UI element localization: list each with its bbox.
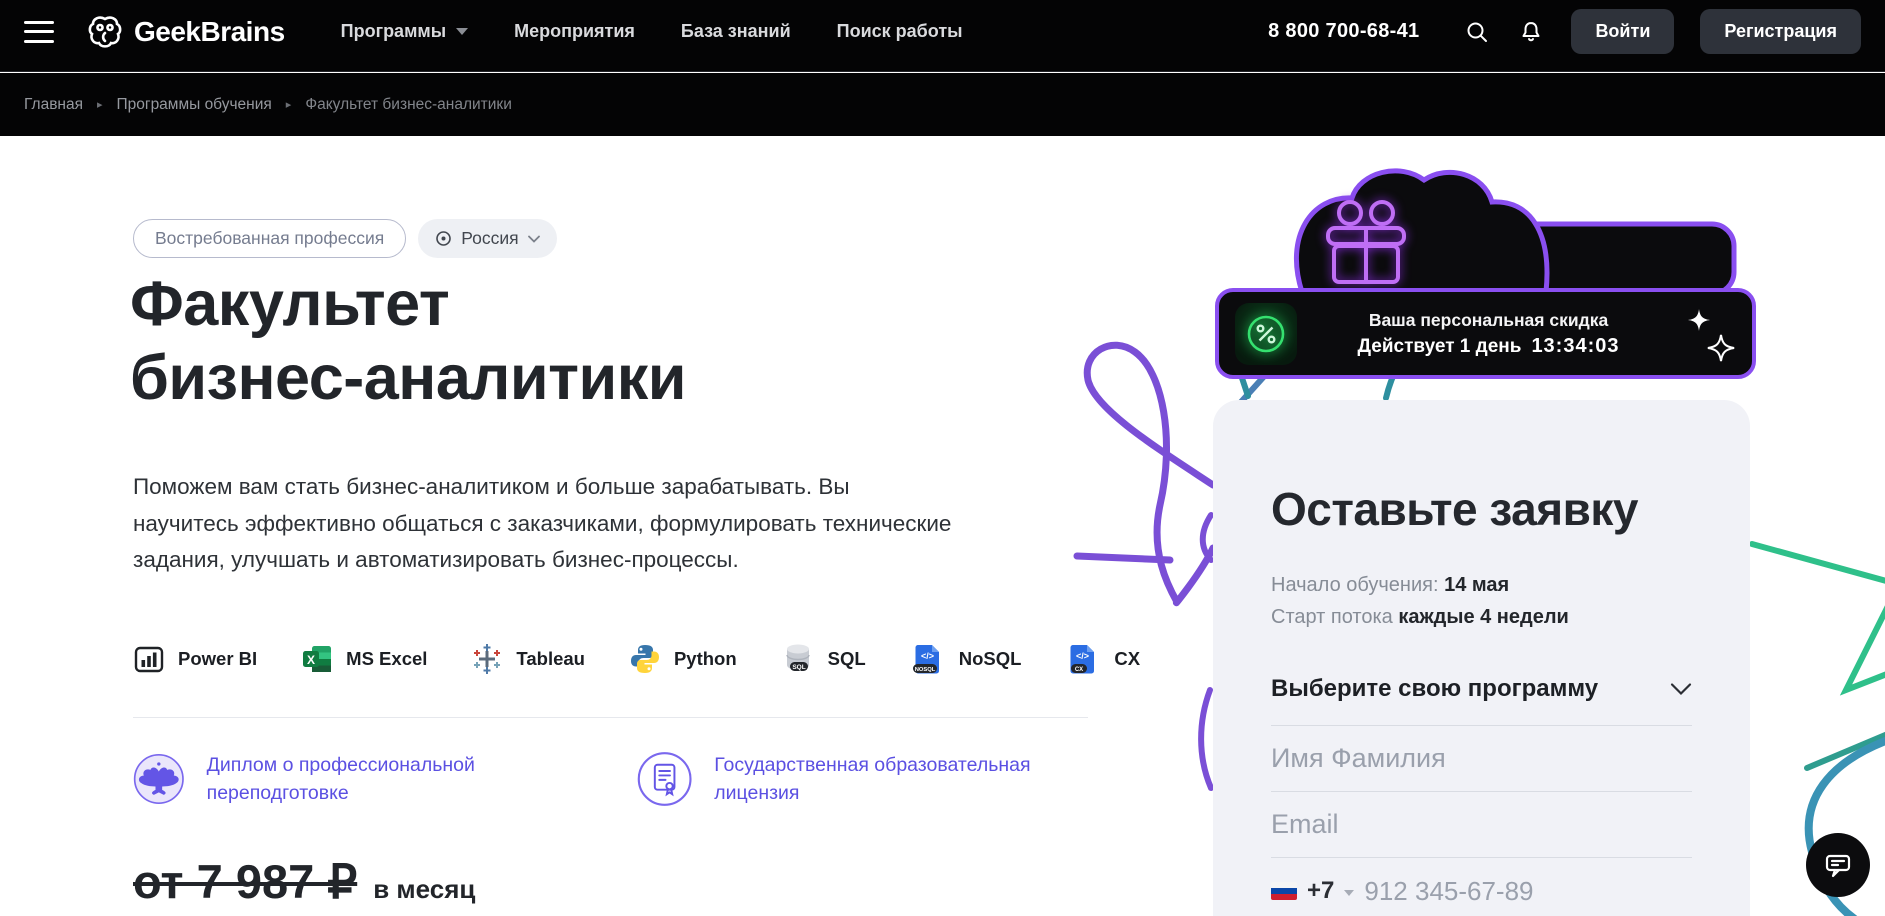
name-input[interactable]	[1271, 743, 1692, 774]
profession-badge: Востребованная профессия	[133, 219, 406, 258]
region-selector[interactable]: Россия	[418, 219, 556, 258]
gift-icon	[1328, 202, 1404, 282]
nav-knowledge-base[interactable]: База знаний	[681, 21, 791, 42]
tool-nosql: </> NOSQL NoSQL	[910, 641, 1022, 677]
search-icon[interactable]	[1463, 18, 1491, 46]
start-date-line: Начало обучения: 14 мая	[1271, 574, 1692, 597]
flow-start-line: Старт потока каждые 4 недели	[1271, 606, 1692, 629]
lead-form: Оставьте заявку Начало обучения: 14 мая …	[1213, 400, 1750, 916]
hamburger-menu-icon[interactable]	[24, 21, 54, 43]
geekbrains-brain-icon	[86, 14, 124, 50]
svg-text:NOSQL: NOSQL	[914, 667, 935, 673]
chevron-down-icon	[456, 28, 468, 35]
email-input[interactable]	[1271, 809, 1692, 840]
cx-file-icon: </> CX	[1065, 641, 1101, 677]
nav-job-search[interactable]: Поиск работы	[837, 21, 963, 42]
discount-percent-icon	[1235, 303, 1297, 365]
hero-description: Поможем вам стать бизнес-аналитиком и бо…	[133, 469, 955, 579]
discount-timer-line: Действует 1 день 13:34:03	[1357, 335, 1619, 358]
notifications-bell-icon[interactable]	[1517, 18, 1545, 46]
svg-text:</>: </>	[921, 651, 934, 661]
chevron-down-icon	[528, 235, 540, 243]
program-select[interactable]: Выберите свою программу	[1271, 675, 1692, 726]
nosql-file-icon: </> NOSQL	[910, 641, 946, 677]
tool-python: Python	[629, 643, 737, 675]
discount-banner[interactable]: Ваша персональная скидка Действует 1 ден…	[1215, 288, 1756, 379]
email-field-row	[1271, 792, 1692, 858]
price-period: в месяц	[373, 874, 475, 905]
name-field-row	[1271, 726, 1692, 792]
feature-diploma[interactable]: Диплом о профессиональной переподготовке	[133, 748, 553, 810]
discount-title: Ваша персональная скидка	[1369, 310, 1608, 331]
breadcrumb-home[interactable]: Главная	[24, 96, 83, 114]
tool-power-bi: Power BI	[133, 643, 257, 675]
logo[interactable]: GeekBrains	[86, 14, 285, 50]
logo-text: GeekBrains	[134, 16, 285, 48]
country-code[interactable]: +7	[1307, 877, 1334, 905]
tools-row: Power BI X MS Excel Tabl	[133, 641, 1140, 677]
svg-text:SQL: SQL	[792, 664, 805, 671]
header: GeekBrains Программы Мероприятия База зн…	[0, 0, 1885, 72]
page-title: Факультет бизнес-аналитики	[130, 268, 686, 415]
form-title: Оставьте заявку	[1271, 484, 1692, 534]
breadcrumb-arrow-icon: ▸	[286, 98, 292, 111]
chevron-down-icon[interactable]	[1344, 890, 1354, 896]
chevron-down-icon	[1670, 682, 1692, 696]
old-price: от 7 987 ₽	[133, 854, 357, 910]
python-icon	[629, 643, 661, 675]
location-pin-icon	[435, 230, 452, 247]
russia-flag-icon[interactable]	[1271, 882, 1297, 900]
tool-ms-excel: X MS Excel	[301, 643, 427, 675]
phone-field-row: +7	[1271, 858, 1692, 916]
tool-cx: </> CX CX	[1065, 641, 1140, 677]
tableau-icon	[471, 643, 503, 675]
license-certificate-icon	[637, 748, 692, 810]
feature-license[interactable]: Государственная образовательная лицензия	[637, 748, 1077, 810]
login-button[interactable]: Войти	[1571, 9, 1674, 54]
breadcrumb-arrow-icon: ▸	[97, 98, 103, 111]
chat-button[interactable]	[1806, 833, 1870, 897]
svg-text:CX: CX	[1075, 667, 1083, 673]
sparkle-outline-icon	[1706, 333, 1736, 363]
phone-input[interactable]	[1364, 876, 1699, 907]
breadcrumb: Главная ▸ Программы обучения ▸ Факультет…	[0, 73, 1885, 136]
main-nav: Программы Мероприятия База знаний Поиск …	[341, 21, 963, 42]
chat-bubble-icon	[1823, 850, 1853, 880]
tool-sql: SQL SQL	[781, 642, 866, 676]
breadcrumb-programs[interactable]: Программы обучения	[117, 96, 272, 114]
tool-tableau: Tableau	[471, 643, 585, 675]
breadcrumb-current: Факультет бизнес-аналитики	[305, 96, 512, 114]
countdown-timer: 13:34:03	[1531, 335, 1619, 358]
nav-events[interactable]: Мероприятия	[514, 21, 635, 42]
page: GeekBrains Программы Мероприятия База зн…	[0, 0, 1885, 916]
power-bi-icon	[133, 643, 165, 675]
state-emblem-eagle-icon	[133, 748, 185, 810]
register-button[interactable]: Регистрация	[1700, 9, 1861, 54]
nav-programs[interactable]: Программы	[341, 21, 468, 42]
sparkle-filled-icon	[1688, 309, 1710, 331]
excel-icon: X	[301, 643, 333, 675]
price-block: от 7 987 ₽ в месяц	[133, 854, 475, 910]
svg-text:</>: </>	[1076, 651, 1089, 661]
divider	[133, 717, 1088, 718]
svg-text:X: X	[307, 653, 315, 667]
header-phone[interactable]: 8 800 700-68-41	[1268, 20, 1419, 43]
sql-database-icon: SQL	[781, 642, 815, 676]
